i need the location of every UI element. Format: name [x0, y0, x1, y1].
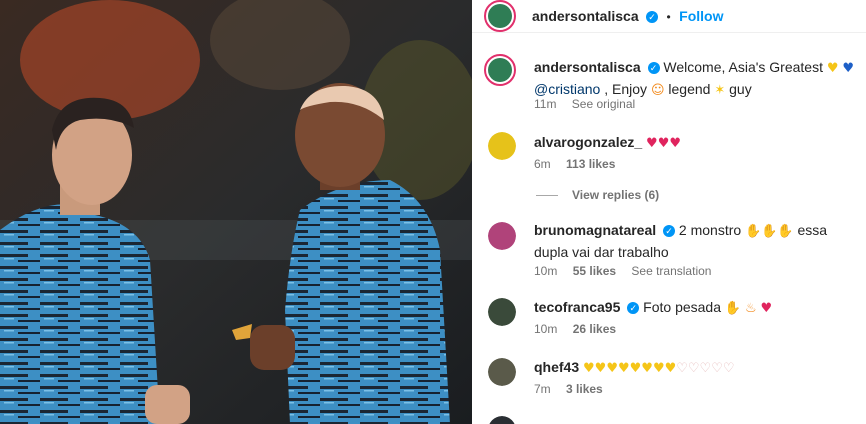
blue-heart-icon: ♥	[842, 61, 855, 76]
commenter-avatar[interactable]	[488, 416, 516, 424]
mention-link[interactable]: @cristiano	[534, 81, 600, 97]
separator-dot: •	[666, 10, 671, 24]
caption-text-1: Welcome, Asia's Greatest	[663, 59, 823, 75]
comment-meta: 10m 55 likes See translation	[534, 264, 723, 278]
replies-divider	[536, 195, 558, 197]
author-avatar[interactable]	[484, 0, 516, 32]
comment-row: alvarogonzalez_ ♥♥♥ 6m 113 likes	[472, 130, 866, 175]
caption-text-4: guy	[729, 81, 752, 97]
comment-username[interactable]: brunomagnatareal	[534, 222, 656, 238]
commenter-avatar[interactable]	[488, 358, 516, 386]
comment-text: alvarogonzalez_ ♥♥♥	[534, 132, 862, 154]
view-replies[interactable]: View replies (6)	[536, 188, 659, 202]
caption: andersontalisca ✓ Welcome, Asia's Greate…	[472, 52, 866, 122]
caption-time: 11m	[534, 97, 557, 111]
comment-likes[interactable]: 113 likes	[566, 157, 615, 171]
post-header: andersontalisca ✓ • Follow	[472, 0, 866, 33]
comment-time: 7m	[534, 382, 551, 396]
comment-likes[interactable]: 55 likes	[573, 264, 616, 278]
commenter-avatar[interactable]	[488, 132, 516, 160]
comment-username[interactable]: tecofranca95	[534, 299, 620, 315]
caption-text-3: legend	[668, 81, 711, 97]
comment-text: brunomagnatareal ✓ 2 monstro ✋✋✋ essa du…	[534, 220, 862, 262]
yellow-heart-icon: ♥♥♥♥♥♥♥♥	[583, 361, 677, 376]
post-photo	[0, 0, 472, 424]
follow-button[interactable]: Follow	[679, 8, 723, 24]
comment-username[interactable]: alvarogonzalez_	[534, 134, 642, 150]
comment-likes[interactable]: 3 likes	[566, 382, 603, 396]
smiling-face-icon: ☺	[650, 83, 665, 98]
caption-avatar[interactable]	[484, 54, 516, 86]
caption-username[interactable]: andersontalisca	[534, 59, 641, 75]
verified-icon: ✓	[663, 225, 676, 237]
post-panel: andersontalisca ✓ • Follow andersontalis…	[472, 0, 866, 424]
verified-icon: ✓	[647, 62, 660, 74]
caption-text: andersontalisca ✓ Welcome, Asia's Greate…	[534, 57, 862, 101]
heart-eyes-icon: ♥	[760, 301, 773, 316]
comment-meta: 6m 113 likes	[534, 157, 627, 171]
clapping-hands-icon: ✋✋✋	[745, 224, 794, 239]
fire-icon: ♨	[744, 301, 757, 316]
post-header-user: andersontalisca ✓ • Follow	[532, 8, 724, 26]
comment-username[interactable]: qhef43	[534, 359, 579, 375]
dizzy-icon: ✶	[714, 83, 726, 98]
comment-meta: 7m 3 likes	[534, 382, 615, 396]
comment-meta: 10m 26 likes	[534, 322, 628, 336]
commenter-avatar[interactable]	[488, 298, 516, 326]
comment-time: 10m	[534, 264, 558, 278]
comment-likes[interactable]: 26 likes	[573, 322, 616, 336]
clapping-hands-icon: ✋	[724, 301, 742, 316]
commenter-avatar[interactable]	[488, 222, 516, 250]
verified-icon: ✓	[646, 11, 659, 23]
white-heart-icon: ♡♡♡♡♡	[676, 361, 735, 376]
post-image	[0, 0, 472, 424]
comment-row: tecofranca95 ✓ Foto pesada ✋ ♨ ♥ 10m 26 …	[472, 296, 866, 341]
see-original-link[interactable]: See original	[572, 97, 635, 111]
heart-eyes-icon: ♥♥♥	[646, 136, 682, 151]
see-translation-link[interactable]: See translation	[631, 264, 711, 278]
verified-icon: ✓	[627, 302, 640, 314]
yellow-heart-icon: ♥	[826, 61, 839, 76]
caption-meta: 11m See original	[534, 97, 647, 111]
comment-text: qhef43 ♥♥♥♥♥♥♥♥♡♡♡♡♡	[534, 357, 862, 379]
comment-text: tecofranca95 ✓ Foto pesada ✋ ♨ ♥	[534, 297, 862, 319]
caption-text-2: , Enjoy	[604, 81, 648, 97]
comment-body: Foto pesada	[643, 299, 722, 315]
author-username[interactable]: andersontalisca	[532, 8, 639, 24]
comment-row: brunomagnatareal ✓ 2 monstro ✋✋✋ essa du…	[472, 222, 866, 282]
comment-time: 6m	[534, 157, 551, 171]
comment-time: 10m	[534, 322, 558, 336]
view-replies-label[interactable]: View replies (6)	[572, 188, 659, 202]
comment-body: 2 monstro	[678, 222, 742, 238]
comment-row: qhef43 ♥♥♥♥♥♥♥♥♡♡♡♡♡ 7m 3 likes	[472, 356, 866, 401]
